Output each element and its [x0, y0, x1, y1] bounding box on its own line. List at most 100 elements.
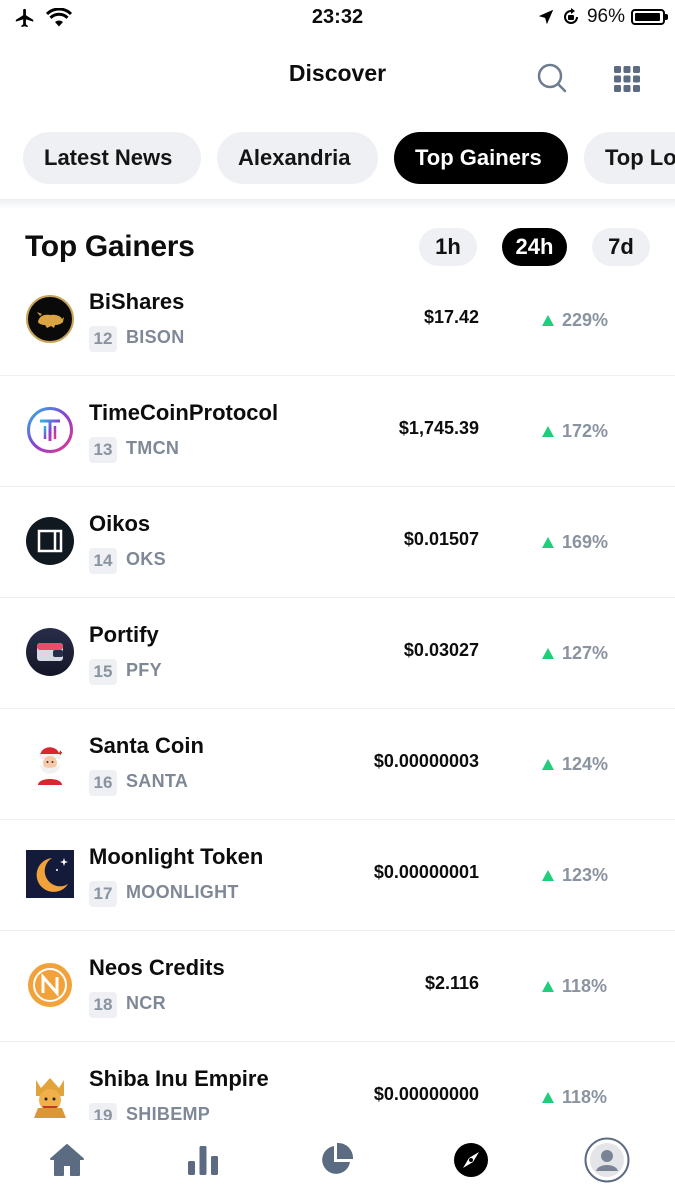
coin-list: BiShares 12 BISON $17.42 229% TimeCoinPr…	[0, 265, 675, 1120]
section-title: Top Gainers	[25, 230, 195, 263]
page-title: Discover	[288, 60, 387, 86]
change-value: 124%	[562, 754, 609, 774]
coin-row[interactable]: Shiba Inu Empire 19 SHIBEMP $0.00000000 …	[0, 1042, 675, 1120]
coin-change: 229%	[542, 310, 608, 331]
shiba-icon	[34, 1078, 66, 1118]
battery-icon	[631, 9, 668, 25]
coin-row[interactable]: TimeCoinProtocol 13 TMCN $1,745.39 172%	[0, 376, 675, 487]
change-value: 229%	[562, 310, 609, 330]
coin-change: 169%	[542, 532, 608, 553]
nav-portfolio[interactable]	[306, 1130, 366, 1190]
coin-change: 172%	[542, 421, 608, 442]
coin-symbol: NCR	[126, 993, 166, 1013]
compass-icon	[454, 1143, 488, 1177]
bottom-nav	[0, 1120, 675, 1200]
bull-icon	[26, 295, 74, 343]
coin-symbol: TMCN	[126, 438, 180, 458]
nav-home[interactable]	[37, 1130, 97, 1190]
nav-discover[interactable]	[441, 1130, 501, 1190]
coin-rank: 14	[89, 548, 117, 574]
coin-row[interactable]: Oikos 14 OKS $0.01507 169%	[0, 487, 675, 598]
coin-symbol: OKS	[126, 549, 166, 569]
moon-icon	[26, 850, 74, 898]
change-value: 123%	[562, 865, 609, 885]
coin-price: $0.00000000	[373, 1084, 479, 1104]
santa-icon	[38, 747, 66, 785]
nav-markets[interactable]	[173, 1130, 233, 1190]
coin-name: Shiba Inu Empire	[89, 1066, 269, 1091]
tab-top-losers[interactable]: Top Losers	[584, 132, 675, 184]
coin-row[interactable]: Neos Credits 18 NCR $2.116 118%	[0, 931, 675, 1042]
coin-name: Portify	[89, 622, 159, 647]
coin-change: 118%	[542, 976, 607, 997]
status-bar: 23:32 96%	[0, 0, 675, 36]
orientation-lock-icon	[564, 8, 578, 24]
coin-price: $0.00000003	[373, 751, 479, 771]
home-icon	[50, 1144, 84, 1176]
coin-row[interactable]: Moonlight Token 17 MOONLIGHT $0.00000001…	[0, 820, 675, 931]
triangle-up-icon	[542, 648, 554, 659]
coin-symbol: BISON	[126, 327, 185, 347]
triangle-up-icon	[542, 537, 554, 548]
coin-price: $17.42	[423, 307, 479, 327]
period-1h[interactable]: 1h	[419, 228, 477, 266]
coin-rank: 15	[89, 659, 117, 685]
change-value: 172%	[562, 421, 609, 441]
coin-symbol: SHIBEMP	[126, 1104, 211, 1120]
battery-percent: 96%	[586, 6, 625, 27]
n-coin-icon	[28, 963, 72, 1007]
location-arrow-icon	[538, 9, 554, 25]
period-7d[interactable]: 7d	[592, 228, 650, 266]
coin-row[interactable]: Santa Coin 16 SANTA $0.00000003 124%	[0, 709, 675, 820]
coin-change: 124%	[542, 754, 608, 775]
tab-latest-news[interactable]: Latest News	[23, 132, 201, 184]
triangle-up-icon	[542, 759, 554, 770]
coin-name: Neos Credits	[89, 955, 225, 980]
coin-price: $1,745.39	[398, 418, 479, 438]
period-24h[interactable]: 24h	[502, 228, 567, 266]
coin-rank: 16	[89, 770, 117, 796]
coin-name: Moonlight Token	[89, 844, 264, 869]
coin-change: 118%	[542, 1087, 607, 1108]
battery-fill	[635, 13, 660, 21]
coin-row[interactable]: BiShares 12 BISON $17.42 229%	[0, 265, 675, 376]
tab-alexandria[interactable]: Alexandria	[217, 132, 378, 184]
coin-rank: 17	[89, 881, 117, 907]
triangle-up-icon	[542, 870, 554, 881]
square-logo-icon	[26, 517, 74, 565]
category-tabs: Latest News Alexandria Top Gainers Top L…	[0, 132, 675, 188]
coin-symbol: PFY	[126, 660, 162, 680]
coin-rank: 18	[89, 992, 117, 1018]
coin-price: $0.00000001	[373, 862, 479, 882]
coin-name: TimeCoinProtocol	[89, 400, 279, 425]
triangle-up-icon	[542, 426, 554, 437]
apps-grid-button[interactable]	[612, 64, 646, 98]
coin-row[interactable]: Portify 15 PFY $0.03027 127%	[0, 598, 675, 709]
triangle-up-icon	[542, 1092, 554, 1103]
coin-change: 123%	[542, 865, 608, 886]
coin-rank: 13	[89, 437, 117, 463]
coin-rank: 19	[89, 1103, 117, 1120]
coin-name: BiShares	[89, 289, 185, 314]
tab-top-gainers[interactable]: Top Gainers	[394, 132, 568, 184]
header-divider	[0, 199, 675, 209]
change-value: 127%	[562, 643, 609, 663]
coin-price: $0.01507	[403, 529, 479, 549]
coin-symbol: MOONLIGHT	[126, 882, 239, 902]
grid-icon	[614, 66, 640, 92]
triangle-up-icon	[542, 981, 554, 992]
status-right: 96%	[537, 6, 668, 28]
pie-chart-icon	[322, 1142, 354, 1174]
coin-name: Oikos	[89, 511, 151, 536]
profile-icon	[584, 1137, 630, 1183]
coin-name: Santa Coin	[89, 733, 204, 758]
nav-profile[interactable]	[577, 1130, 637, 1190]
search-button[interactable]	[536, 62, 570, 96]
change-value: 118%	[562, 976, 608, 996]
search-icon	[537, 63, 567, 93]
coin-change: 127%	[542, 643, 608, 664]
coin-price: $2.116	[424, 973, 479, 993]
change-value: 169%	[562, 532, 609, 552]
wallet-icon	[26, 628, 74, 676]
bar-chart-icon	[188, 1146, 218, 1175]
